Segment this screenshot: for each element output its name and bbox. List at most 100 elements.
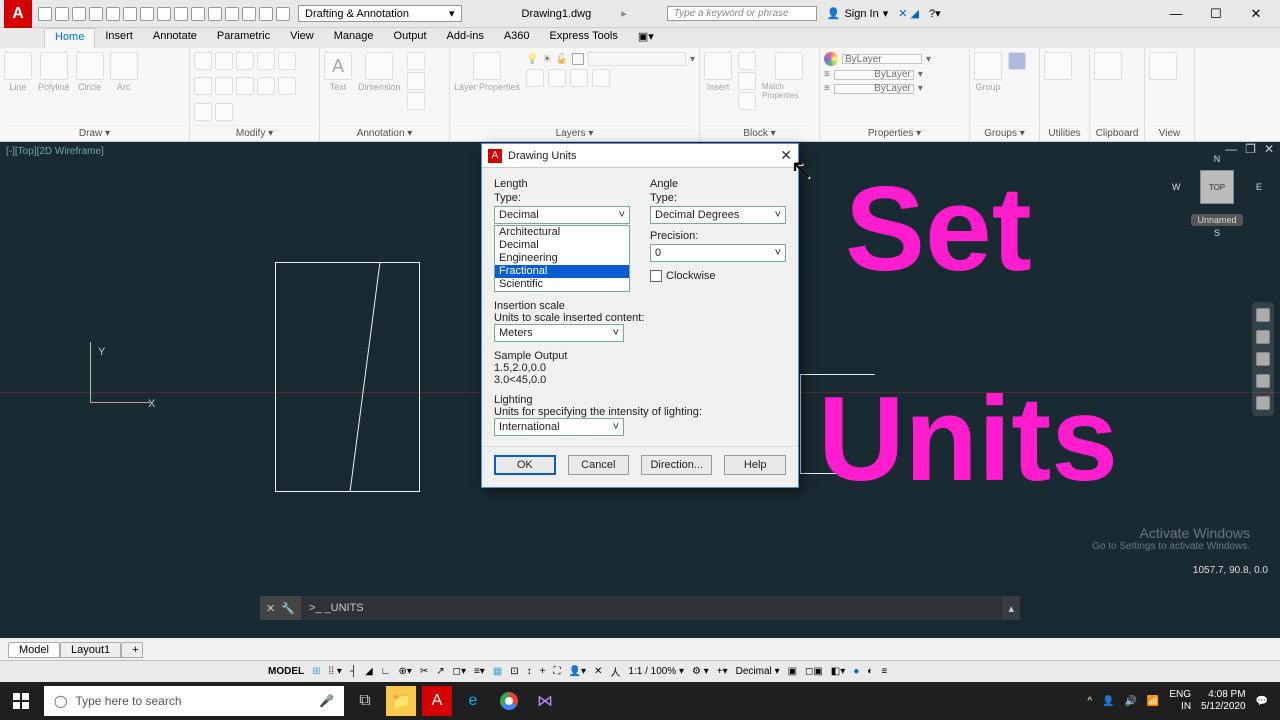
help-button[interactable]: Help: [724, 455, 786, 475]
chrome-icon[interactable]: [494, 686, 524, 716]
signin-button[interactable]: 👤 Sign In ▾: [827, 7, 888, 20]
tool-group[interactable]: Group: [974, 52, 1002, 92]
tool-layer-props[interactable]: Layer Properties: [454, 52, 520, 92]
layout-layout1[interactable]: Layout1: [60, 642, 121, 658]
tray-volume-icon[interactable]: 📶: [1147, 696, 1159, 707]
panel-annotation-title[interactable]: Annotation ▾: [324, 125, 445, 141]
tray-network-icon[interactable]: 🔊: [1124, 696, 1136, 707]
edge-icon[interactable]: e: [458, 686, 488, 716]
panel-modify-title[interactable]: Modify ▾: [194, 125, 315, 141]
panel-groups-title[interactable]: Groups ▾: [974, 125, 1035, 141]
sb-icon[interactable]: ⛶: [554, 666, 561, 677]
nav-zoom-icon[interactable]: [1256, 352, 1270, 366]
tray-notifications-icon[interactable]: 💬: [1256, 696, 1268, 707]
mic-icon[interactable]: 🎤: [319, 694, 334, 708]
help-search-input[interactable]: Type a keyword or phrase: [667, 6, 817, 21]
qa-save-icon[interactable]: [72, 7, 86, 21]
task-view-icon[interactable]: ⧉: [350, 686, 380, 716]
layout-add[interactable]: +: [121, 642, 143, 658]
window-close-button[interactable]: ✕: [1236, 2, 1276, 26]
qa-icon[interactable]: [259, 7, 273, 21]
cancel-button[interactable]: Cancel: [568, 455, 630, 475]
cmd-expand-icon[interactable]: ▴: [1002, 602, 1020, 615]
qa-icon[interactable]: [174, 7, 188, 21]
tray-people-icon[interactable]: 👤: [1102, 696, 1114, 707]
vs-icon[interactable]: ⋈: [530, 686, 560, 716]
sb-polar-icon[interactable]: ⊕▾: [398, 666, 411, 677]
clockwise-checkbox[interactable]: Clockwise: [650, 270, 786, 282]
panel-draw-title[interactable]: Draw ▾: [4, 125, 185, 141]
tray-clock[interactable]: 4:08 PM5/12/2020: [1201, 689, 1246, 713]
panel-block-title[interactable]: Block ▾: [704, 125, 815, 141]
help-icon[interactable]: ?▾: [929, 7, 941, 20]
cmd-close-icon[interactable]: ✕: [266, 602, 275, 615]
sb-icon[interactable]: ◻▣: [805, 666, 823, 677]
qa-open-icon[interactable]: [55, 7, 69, 21]
window-maximize-button[interactable]: ☐: [1196, 2, 1236, 26]
sb-icon[interactable]: ┤: [350, 666, 357, 677]
qa-icon[interactable]: [208, 7, 222, 21]
sb-units[interactable]: Decimal ▾: [736, 666, 780, 677]
sb-icon[interactable]: ✕: [594, 666, 602, 677]
command-line[interactable]: ✕🔧 >_ _UNITS ▴: [260, 596, 1020, 620]
tab-addins[interactable]: Add-ins: [437, 28, 494, 48]
viewcube[interactable]: N W E TOP S Unnamed: [1172, 152, 1262, 262]
angle-precision-select[interactable]: 0˅: [650, 244, 786, 262]
direction-button[interactable]: Direction...: [641, 455, 712, 475]
sb-icon[interactable]: ▦: [493, 666, 502, 677]
sb-gear-icon[interactable]: ⚙ ▾: [692, 666, 709, 677]
taskbar-search-input[interactable]: ◯ Type here to search 🎤: [44, 686, 344, 716]
panel-layers-title[interactable]: Layers ▾: [454, 125, 695, 141]
qa-new-icon[interactable]: [38, 7, 52, 21]
sb-osnap-icon[interactable]: ◻▾: [453, 666, 466, 677]
sb-icon[interactable]: ✂: [420, 666, 428, 677]
sb-icon[interactable]: ↕: [527, 666, 532, 677]
ok-button[interactable]: OK: [494, 455, 556, 475]
tray-chevron-icon[interactable]: ^: [1087, 696, 1092, 707]
viewcube-top[interactable]: TOP: [1200, 170, 1234, 204]
opt-decimal[interactable]: Decimal: [495, 239, 629, 252]
sb-snap-icon[interactable]: ⁞⁞ ▾: [329, 666, 342, 677]
tab-manage[interactable]: Manage: [324, 28, 384, 48]
insertion-scale-select[interactable]: Meters˅: [494, 324, 624, 342]
sb-grid-icon[interactable]: ⊞: [312, 666, 320, 677]
autocad-icon[interactable]: A: [422, 686, 452, 716]
tool-circle[interactable]: Circle: [76, 52, 104, 92]
tab-focus-icon[interactable]: ▣▾: [628, 28, 664, 48]
tab-express[interactable]: Express Tools: [540, 28, 628, 48]
sb-icon[interactable]: ◢: [365, 666, 373, 677]
start-button[interactable]: [4, 686, 38, 716]
tool-line[interactable]: Line: [4, 52, 32, 92]
sb-icon[interactable]: 👤▾: [569, 666, 586, 677]
dialog-titlebar[interactable]: A Drawing Units ✕: [482, 144, 798, 168]
sb-model[interactable]: MODEL: [268, 666, 304, 677]
sb-icon[interactable]: ▣: [788, 666, 797, 677]
qa-icon[interactable]: [276, 7, 290, 21]
app-logo[interactable]: A: [4, 0, 32, 28]
tool-polyline[interactable]: Polyline: [38, 52, 70, 92]
tab-home[interactable]: Home: [44, 28, 95, 48]
nav-wheel-icon[interactable]: [1256, 308, 1270, 322]
tool-arc[interactable]: Arc: [110, 52, 138, 92]
tool-dimension[interactable]: Dimension: [358, 52, 401, 92]
panel-properties-title[interactable]: Properties ▾: [824, 125, 965, 141]
tool-insert[interactable]: Insert: [704, 52, 732, 92]
tray-lang[interactable]: ENGIN: [1169, 689, 1191, 713]
modify-icon[interactable]: [194, 52, 212, 70]
qa-icon[interactable]: [225, 7, 239, 21]
sb-icon[interactable]: +▾: [717, 666, 728, 677]
opt-fractional[interactable]: Fractional: [495, 265, 629, 278]
sb-icon[interactable]: ↗: [436, 666, 444, 677]
tab-view[interactable]: View: [280, 28, 324, 48]
qa-print-icon[interactable]: [106, 7, 120, 21]
qa-icon[interactable]: [191, 7, 205, 21]
qa-icon[interactable]: [157, 7, 171, 21]
sb-icon[interactable]: 人: [610, 664, 620, 679]
tool-text[interactable]: AText: [324, 52, 352, 92]
tab-annotate[interactable]: Annotate: [143, 28, 207, 48]
tab-output[interactable]: Output: [384, 28, 437, 48]
exchange-icon[interactable]: ✕ ◢: [898, 7, 919, 20]
qa-undo-icon[interactable]: [123, 7, 137, 21]
sb-ortho-icon[interactable]: ∟: [381, 666, 391, 677]
viewcube-ucs-label[interactable]: Unnamed: [1191, 214, 1242, 226]
